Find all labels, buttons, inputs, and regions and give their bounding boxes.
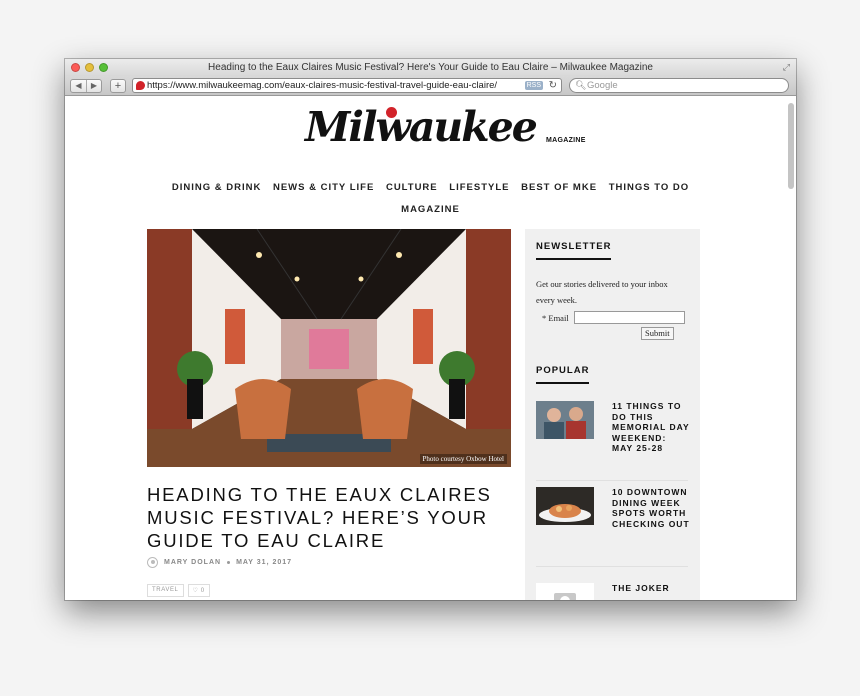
newsletter-text: Get our stories delivered to your inbox … <box>536 279 668 305</box>
scrollbar[interactable] <box>788 103 794 189</box>
newsletter-heading: NEWSLETTER <box>536 241 612 260</box>
submit-button[interactable]: Submit <box>641 327 674 340</box>
separator-dot <box>227 561 231 564</box>
forward-icon[interactable]: ▶ <box>86 80 101 92</box>
logo-dot <box>386 107 397 118</box>
email-label: * Email <box>542 312 569 323</box>
article-tags: TRAVEL ♡ 0 <box>147 584 210 597</box>
logo-wordmark: Milwaukee <box>305 103 538 151</box>
sidebar: NEWSLETTER Get our stories delivered to … <box>525 229 700 600</box>
minimize-button[interactable] <box>85 63 94 72</box>
new-tab-button[interactable]: + <box>110 79 126 93</box>
site-favicon-icon <box>136 81 145 90</box>
reload-icon[interactable]: ↻ <box>549 79 557 92</box>
nav-item-culture[interactable]: CULTURE <box>386 182 438 193</box>
article-headline: HEADING TO THE EAUX CLAIRES MUSIC FESTIV… <box>147 484 492 551</box>
popular-heading: POPULAR <box>536 365 590 384</box>
address-bar[interactable]: https://www.milwaukeemag.com/eaux-claire… <box>132 78 562 93</box>
tag-travel[interactable]: TRAVEL <box>147 584 184 597</box>
nav-item-things-to-do[interactable]: THINGS TO DO <box>609 182 689 193</box>
browser-toolbar: ◀ ▶ + https://www.milwaukeemag.com/eaux-… <box>65 76 796 96</box>
page-viewport: Milwaukee MAGAZINE DINING & DRINK NEWS &… <box>65 97 796 600</box>
article-date: MAY 31, 2017 <box>236 559 293 566</box>
nav-item-news[interactable]: NEWS & CITY LIFE <box>273 182 374 193</box>
hotel-lobby-photo <box>147 229 511 467</box>
close-button[interactable] <box>71 63 80 72</box>
main-nav: DINING & DRINK NEWS & CITY LIFE CULTURE … <box>165 177 696 221</box>
title-bar: Heading to the Eaux Claires Music Festiv… <box>65 59 796 76</box>
site-logo[interactable]: Milwaukee MAGAZINE <box>305 103 595 151</box>
author-name[interactable]: MARY DOLAN <box>164 559 221 566</box>
nav-item-lifestyle[interactable]: LIFESTYLE <box>449 182 509 193</box>
nav-item-magazine[interactable]: MAGAZINE <box>401 204 460 215</box>
like-count[interactable]: ♡ 0 <box>187 584 210 597</box>
hero-image[interactable]: Photo courtesy Oxbow Hotel <box>147 229 511 467</box>
url-text: https://www.milwaukeemag.com/eaux-claire… <box>147 80 498 91</box>
photo-caption: Photo courtesy Oxbow Hotel <box>419 454 507 464</box>
food-photo-icon <box>536 487 594 525</box>
fullscreen-icon[interactable]: ⤢ <box>783 59 790 76</box>
popular-title[interactable]: 11 THINGS TO DO THIS MEMORIAL DAY WEEKEN… <box>612 401 690 454</box>
popular-item[interactable]: 10 DOWNTOWN DINING WEEK SPOTS WORTH CHEC… <box>536 487 690 567</box>
nav-item-dining[interactable]: DINING & DRINK <box>172 182 261 193</box>
people-photo-icon <box>536 401 594 439</box>
browser-window: Heading to the Eaux Claires Music Festiv… <box>65 59 796 600</box>
window-title: Heading to the Eaux Claires Music Festiv… <box>208 62 653 73</box>
nav-item-best-of-mke[interactable]: BEST OF MKE <box>521 182 597 193</box>
email-row: * Email <box>542 311 685 324</box>
window-controls <box>71 63 108 72</box>
popular-item[interactable]: 11 THINGS TO DO THIS MEMORIAL DAY WEEKEN… <box>536 401 690 481</box>
maximize-button[interactable] <box>99 63 108 72</box>
byline: MARY DOLAN MAY 31, 2017 <box>147 557 292 568</box>
search-input[interactable]: 🔍︎ Google <box>569 78 789 93</box>
popular-title[interactable]: THE JOKER <box>612 583 690 594</box>
nav-buttons: ◀ ▶ <box>70 79 102 93</box>
camera-placeholder-icon <box>536 583 594 600</box>
popular-title[interactable]: 10 DOWNTOWN DINING WEEK SPOTS WORTH CHEC… <box>612 487 690 529</box>
popular-item[interactable]: THE JOKER <box>536 583 688 600</box>
email-field[interactable] <box>573 311 685 324</box>
rss-button[interactable]: RSS <box>524 81 543 90</box>
author-avatar-icon <box>147 557 158 568</box>
search-placeholder: Google <box>587 80 618 91</box>
logo-subtitle: MAGAZINE <box>546 137 586 144</box>
back-icon[interactable]: ◀ <box>71 80 86 92</box>
search-icon: 🔍︎ <box>575 80 587 90</box>
